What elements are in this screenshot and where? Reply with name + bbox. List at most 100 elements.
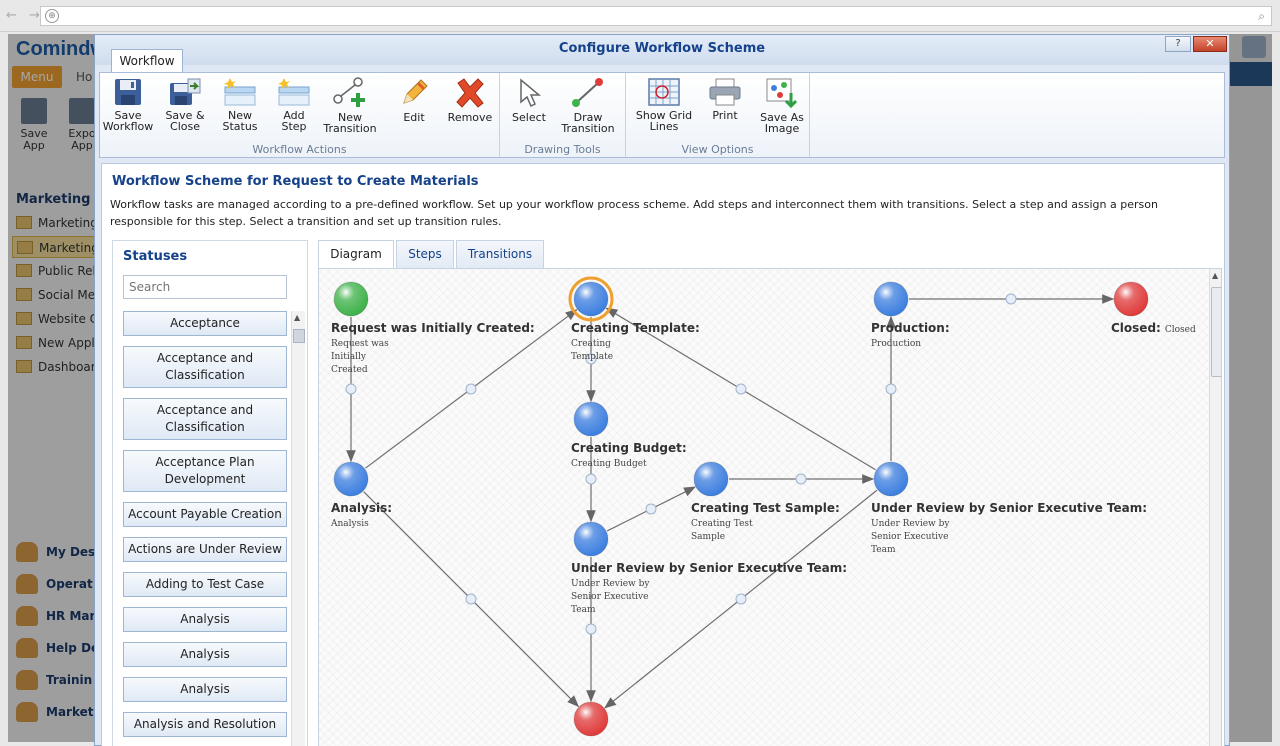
workflow-step-node[interactable] [873, 281, 909, 317]
transition-handle[interactable] [735, 383, 747, 395]
step-title: Analysis: [331, 501, 392, 515]
status-list: Acceptance Acceptance and Classification A… [123, 311, 287, 746]
browser-toolbar: ← → ⊕ ⌕ [0, 0, 1280, 32]
tab-transitions[interactable]: Transitions [456, 240, 544, 268]
edit-pencil-icon [388, 77, 440, 109]
workflow-diagram[interactable]: ▲ Request was Initially Created: Request … [318, 268, 1222, 746]
status-item[interactable]: Analysis [123, 607, 287, 632]
workflow-step-node[interactable] [573, 701, 609, 737]
status-item[interactable]: Adding to Test Case [123, 572, 287, 597]
globe-icon: ⊕ [45, 9, 59, 23]
status-item[interactable]: Analysis [123, 642, 287, 667]
transition-handle[interactable] [585, 623, 597, 635]
save-close-button[interactable]: Save & Close [158, 77, 212, 132]
ribbon-button-label: Draw Transition [561, 111, 615, 135]
draw-transition-button[interactable]: Draw Transition [556, 77, 620, 134]
transition-handle[interactable] [795, 473, 807, 485]
workflow-step-node[interactable] [573, 281, 609, 317]
page-title: Workflow Scheme for Request to Create Ma… [112, 174, 479, 189]
status-item[interactable]: Acceptance and Classification [123, 398, 287, 440]
step-title: Creating Budget: [571, 441, 687, 455]
search-icon[interactable]: ⌕ [1258, 9, 1265, 24]
scroll-up-icon[interactable]: ▲ [294, 313, 300, 322]
transition-handle[interactable] [1005, 293, 1017, 305]
status-item[interactable]: Acceptance [123, 311, 287, 336]
new-transition-icon [318, 77, 382, 109]
ribbon-button-label: Add Step [281, 109, 307, 133]
remove-x-icon [440, 77, 500, 109]
step-description: Creating Test Sample [691, 519, 753, 542]
status-item[interactable]: Analysis and Resolution [123, 712, 287, 737]
status-item[interactable]: Acceptance Plan Development [123, 450, 287, 492]
ribbon-button-label: Select [512, 111, 546, 124]
step-title-text: Production: [871, 321, 950, 335]
step-description: Creating Budget [571, 459, 647, 469]
save-button[interactable]: Save Workflow [100, 77, 156, 132]
workflow-step-node[interactable] [333, 281, 369, 317]
new-status-icon [214, 77, 266, 107]
transition-handle[interactable] [465, 593, 477, 605]
scroll-up-icon[interactable]: ▲ [1212, 271, 1218, 280]
workflow-step-node[interactable] [693, 461, 729, 497]
statuses-panel: Statuses Acceptance Acceptance and Classi… [112, 240, 308, 746]
step-title-text: Analysis: [331, 501, 393, 515]
transition-handle[interactable] [735, 593, 747, 605]
ribbon-button-label: Print [712, 109, 738, 122]
browser-nav-arrows-icon[interactable]: ← → [6, 8, 44, 23]
scroll-thumb[interactable] [293, 329, 305, 343]
printer-icon [702, 77, 748, 107]
transition-handle[interactable] [465, 383, 477, 395]
tab-steps[interactable]: Steps [396, 240, 454, 268]
add-step-button[interactable]: Add Step [268, 77, 320, 132]
remove-x-button[interactable]: Remove [440, 77, 500, 123]
step-title: Under Review by Senior Executive Team: [871, 501, 1147, 515]
save-image-button[interactable]: Save As Image [754, 77, 810, 134]
diagram-scrollbar[interactable]: ▲ [1209, 269, 1221, 746]
workflow-step-node[interactable] [573, 401, 609, 437]
status-item[interactable]: Account Payable Creation [123, 502, 287, 527]
new-transition-button[interactable]: New Transition [318, 77, 382, 134]
workflow-step-node[interactable] [573, 521, 609, 557]
status-search-input[interactable] [123, 275, 287, 299]
help-button[interactable]: ? [1165, 36, 1191, 52]
step-description: Under Review by Senior Executive Team [571, 579, 650, 615]
transition-handle[interactable] [585, 473, 597, 485]
transition-handle[interactable] [345, 383, 357, 395]
select-cursor-button[interactable]: Select [506, 77, 552, 123]
address-bar[interactable]: ⊕ ⌕ [40, 6, 1272, 26]
ribbon-group-label: View Options [681, 143, 754, 156]
ribbon-group: Select Draw Transition Drawing Tools [500, 73, 626, 157]
workflow-step-node[interactable] [333, 461, 369, 497]
tab-diagram[interactable]: Diagram [318, 240, 394, 268]
status-item[interactable]: Acceptance and Classification [123, 346, 287, 388]
transition-handle[interactable] [885, 383, 897, 395]
step-title: Creating Test Sample: [691, 501, 840, 515]
status-item[interactable]: Actions are Under Review [123, 537, 287, 562]
ribbon-button-label: Save Workflow [102, 109, 154, 133]
edit-pencil-button[interactable]: Edit [388, 77, 440, 123]
step-description: Closed [1164, 325, 1196, 335]
step-title: Creating Template: [571, 321, 700, 335]
ribbon-group-label: Drawing Tools [524, 143, 601, 156]
printer-button[interactable]: Print [702, 77, 748, 121]
status-item[interactable]: Analysis [123, 677, 287, 702]
step-title: Under Review by Senior Executive Team: [571, 561, 847, 575]
step-title: Closed: Closed [1111, 321, 1196, 335]
transition-handle[interactable] [645, 503, 657, 515]
scroll-thumb[interactable] [1211, 287, 1221, 377]
configure-workflow-dialog: Configure Workflow Scheme ? ✕ Workflow S… [94, 34, 1230, 746]
ribbon-button-label: Remove [447, 111, 493, 124]
workflow-step-node[interactable] [1113, 281, 1149, 317]
new-status-button[interactable]: New Status [214, 77, 266, 132]
step-title-text: Under Review by Senior Executive Team: [571, 561, 848, 575]
tab-workflow[interactable]: Workflow [111, 49, 183, 73]
close-button[interactable]: ✕ [1193, 36, 1227, 52]
ribbon-group: Show Grid Lines Print Save As Image View Op… [626, 73, 810, 157]
status-scrollbar[interactable]: ▲ [291, 311, 305, 746]
step-title-text: Request was Initially Created: [331, 321, 535, 335]
grid-lines-button[interactable]: Show Grid Lines [632, 77, 696, 132]
workflow-step-node[interactable] [873, 461, 909, 497]
step-title-text: Under Review by Senior Executive Team: [871, 501, 1148, 515]
ribbon-button-label: New Status [222, 109, 258, 133]
step-title-text: Closed: [1111, 321, 1161, 335]
